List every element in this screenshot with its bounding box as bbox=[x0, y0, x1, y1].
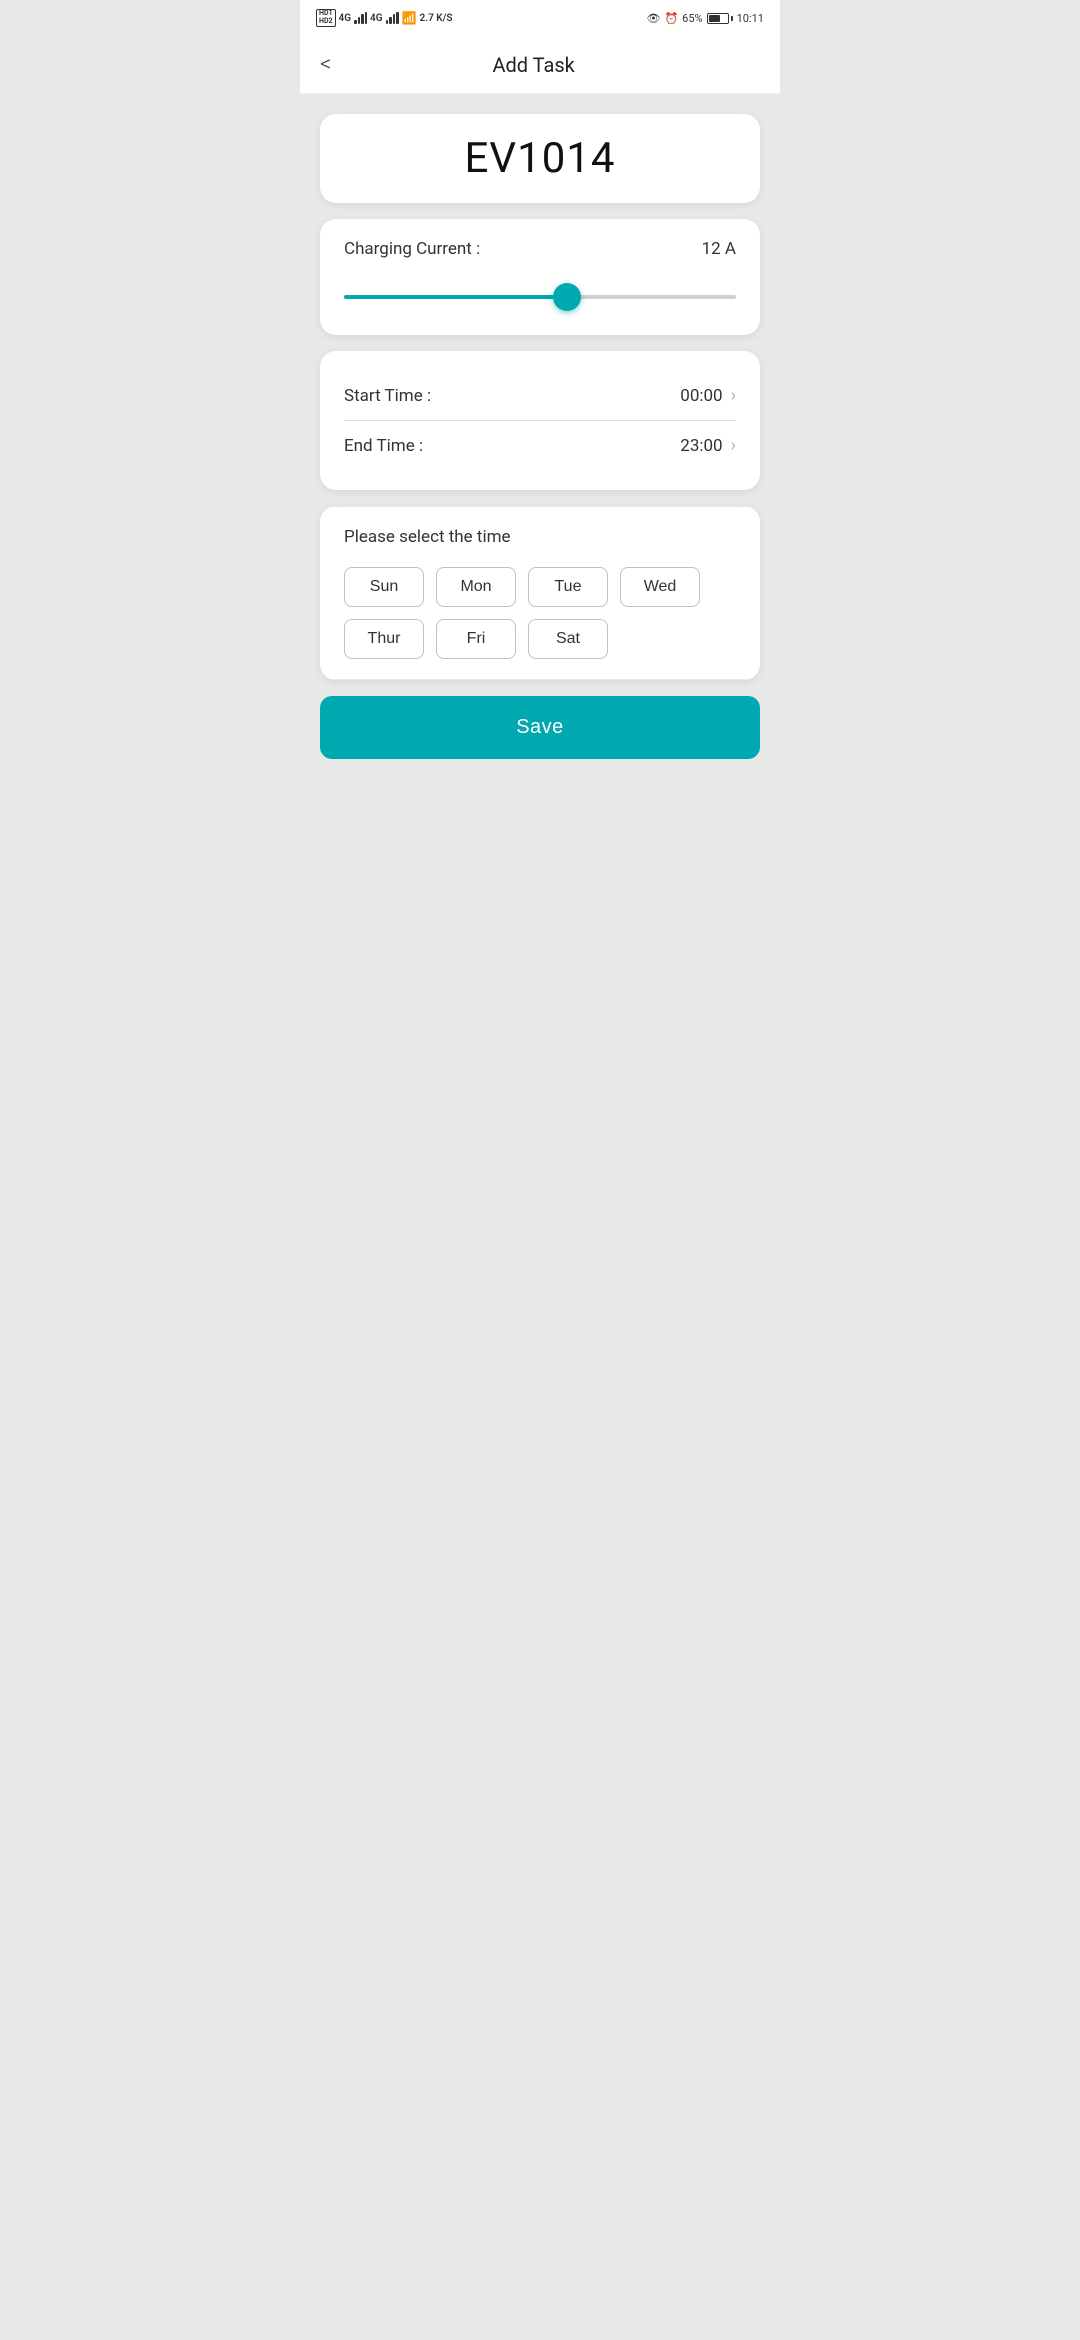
charging-current-label: Charging Current : bbox=[344, 239, 480, 259]
day-button-mon[interactable]: Mon bbox=[436, 567, 516, 607]
day-button-thur[interactable]: Thur bbox=[344, 619, 424, 659]
speed-label: 2.7 K/S bbox=[420, 13, 453, 24]
day-button-sun[interactable]: Sun bbox=[344, 567, 424, 607]
wifi-icon: 📶 bbox=[402, 11, 417, 25]
back-button[interactable]: < bbox=[320, 48, 339, 81]
start-time-value-row: 00:00 › bbox=[680, 385, 736, 406]
status-left: HD1 HD2 4G 4G 📶 2.7 K/S bbox=[316, 9, 453, 26]
alarm-icon: ⏰ bbox=[664, 12, 678, 25]
battery-icon bbox=[707, 13, 733, 24]
time-display: 10:11 bbox=[737, 12, 764, 25]
time-card: Start Time : 00:00 › End Time : 23:00 › bbox=[320, 351, 760, 490]
eye-icon: 👁 bbox=[647, 12, 661, 25]
battery-percent: 65% bbox=[682, 12, 702, 25]
hd-badge: HD1 HD2 bbox=[316, 9, 336, 26]
day-button-sat[interactable]: Sat bbox=[528, 619, 608, 659]
end-time-value-row: 23:00 › bbox=[680, 435, 736, 456]
start-time-row[interactable]: Start Time : 00:00 › bbox=[344, 371, 736, 420]
day-button-tue[interactable]: Tue bbox=[528, 567, 608, 607]
network2-icon: 4G bbox=[370, 13, 383, 24]
day-grid: Sun Mon Tue Wed Thur Fri Sat bbox=[344, 567, 736, 659]
day-button-fri[interactable]: Fri bbox=[436, 619, 516, 659]
slider-container[interactable] bbox=[344, 279, 736, 315]
page-title: Add Task bbox=[339, 53, 728, 77]
end-time-row[interactable]: End Time : 23:00 › bbox=[344, 420, 736, 470]
current-header: Charging Current : 12 A bbox=[344, 239, 736, 259]
signal-bars-2 bbox=[386, 12, 399, 24]
start-time-label: Start Time : bbox=[344, 386, 431, 406]
schedule-inner: Please select the time Sun Mon Tue Wed Thur F… bbox=[320, 506, 760, 680]
status-bar: HD1 HD2 4G 4G 📶 2.7 K/S 👁 ⏰ 65% 1 bbox=[300, 0, 780, 36]
start-time-chevron: › bbox=[731, 385, 736, 406]
signal-bars-1 bbox=[354, 12, 367, 24]
day-button-wed[interactable]: Wed bbox=[620, 567, 700, 607]
start-time-value: 00:00 bbox=[680, 386, 722, 406]
device-id: EV1014 bbox=[344, 134, 736, 183]
network-icon: 4G bbox=[339, 13, 352, 24]
schedule-card: Please select the time Sun Mon Tue Wed Thur F… bbox=[320, 506, 760, 680]
end-time-chevron: › bbox=[731, 435, 736, 456]
charging-current-value: 12 A bbox=[702, 239, 736, 259]
status-right: 👁 ⏰ 65% 10:11 bbox=[647, 12, 765, 25]
schedule-label: Please select the time bbox=[344, 527, 736, 547]
device-id-card: EV1014 bbox=[320, 114, 760, 203]
charging-current-card: Charging Current : 12 A bbox=[320, 219, 760, 335]
save-button[interactable]: Save bbox=[320, 696, 760, 759]
main-content: EV1014 Charging Current : 12 A Start Tim… bbox=[300, 94, 780, 789]
header: < Add Task bbox=[300, 36, 780, 94]
end-time-label: End Time : bbox=[344, 436, 423, 456]
end-time-value: 23:00 bbox=[680, 436, 722, 456]
